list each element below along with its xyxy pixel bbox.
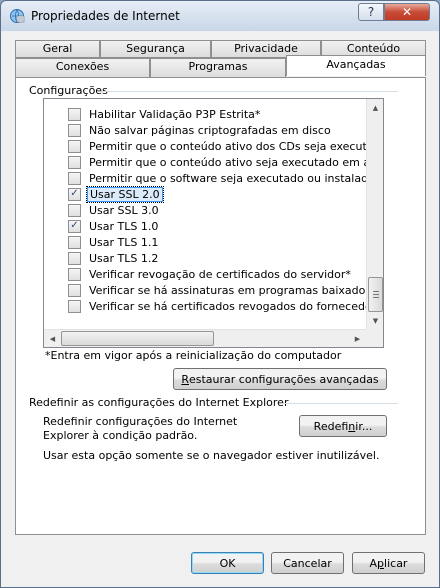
title-bar: Propriedades de Internet ? ✕ <box>1 1 439 31</box>
settings-list-viewport: Habilitar Validação P3P Estrita* Não sal… <box>44 99 366 329</box>
internet-properties-dialog: Propriedades de Internet ? ✕ Geral Segur… <box>0 0 440 588</box>
setting-label: Permitir que o conteúdo ativo dos CDs se… <box>89 139 366 153</box>
close-button[interactable]: ✕ <box>384 3 430 21</box>
tab-geral[interactable]: Geral <box>15 40 100 58</box>
scroll-up-arrow-icon[interactable]: ▲ <box>367 99 383 116</box>
settings-group-divider <box>101 91 398 92</box>
tab-seguranca[interactable]: Segurança <box>100 40 211 58</box>
grip-line <box>373 291 379 292</box>
button-label: licar <box>384 556 408 570</box>
checkbox[interactable] <box>68 267 81 281</box>
button-label: A <box>369 556 378 570</box>
checkbox-checked[interactable]: ✓ <box>68 219 81 233</box>
scroll-right-arrow-icon[interactable]: ▶ <box>349 330 366 347</box>
horizontal-scroll-thumb[interactable] <box>61 331 214 346</box>
reset-warning-note: Usar esta opção somente se o navegador e… <box>43 449 380 462</box>
setting-label: Usar SSL 2.0 <box>86 185 164 203</box>
setting-item[interactable]: ✓ Usar TLS 1.0 <box>68 218 160 234</box>
button-label: estaurar configurações avançadas <box>188 372 379 386</box>
checkbox[interactable] <box>68 107 81 121</box>
tab-programas[interactable]: Programas <box>150 58 286 78</box>
grip-line <box>373 297 379 298</box>
access-key: p <box>377 556 385 570</box>
scroll-left-arrow-icon[interactable]: ◀ <box>44 330 61 347</box>
restart-note: *Entra em vigor após a reinicialização d… <box>45 349 342 362</box>
checkbox[interactable] <box>68 283 81 297</box>
tab-avancadas[interactable]: Avançadas <box>286 55 426 76</box>
setting-label: Usar TLS 1.0 <box>89 219 159 233</box>
setting-item[interactable]: Verificar se há assinaturas em programas… <box>68 282 366 298</box>
reset-description: Redefinir configurações do Internet Expl… <box>43 415 238 442</box>
internet-explorer-icon <box>10 9 25 23</box>
setting-label: Não salvar páginas criptografadas em dis… <box>89 123 331 137</box>
setting-item[interactable]: Verificar revogação de certificados do s… <box>68 266 353 282</box>
setting-item[interactable]: Não salvar páginas criptografadas em dis… <box>68 122 333 138</box>
help-button[interactable]: ? <box>358 3 384 21</box>
checkbox[interactable] <box>68 235 81 249</box>
scroll-down-arrow-icon[interactable]: ▼ <box>367 312 383 329</box>
setting-label: Usar SSL 3.0 <box>89 203 159 217</box>
horizontal-scrollbar[interactable]: ◀ ▶ <box>44 329 366 347</box>
window-title: Propriedades de Internet <box>31 9 180 23</box>
setting-label: Habilitar Validação P3P Estrita* <box>89 107 261 121</box>
settings-group-label: Configurações <box>29 84 111 97</box>
checkbox[interactable] <box>68 139 81 153</box>
setting-label: Permitir que o software seja executado o… <box>89 171 366 185</box>
access-key: R <box>181 372 189 386</box>
grip-line <box>373 294 379 295</box>
reset-button[interactable]: Redefi n ir... <box>299 415 387 437</box>
setting-label: Usar TLS 1.1 <box>89 235 159 249</box>
vertical-scrollbar[interactable]: ▲ ▼ <box>366 99 383 329</box>
setting-item-selected[interactable]: ✓ Usar SSL 2.0 <box>68 185 164 203</box>
settings-list[interactable]: Habilitar Validação P3P Estrita* Não sal… <box>43 98 384 348</box>
scrollbar-corner <box>366 329 383 347</box>
checkbox[interactable] <box>68 123 81 137</box>
setting-item[interactable]: Usar SSL 3.0 <box>68 202 161 218</box>
tab-conexoes[interactable]: Conexões <box>15 58 150 78</box>
setting-item[interactable]: Permitir que o conteúdo ativo seja execu… <box>68 154 366 170</box>
setting-item[interactable]: Verificar se há certificados revogados d… <box>68 298 366 314</box>
setting-item[interactable]: Permitir que o software seja executado o… <box>68 170 366 186</box>
checkbox[interactable] <box>68 155 81 169</box>
setting-item[interactable]: Usar TLS 1.2 <box>68 250 160 266</box>
setting-item[interactable]: Habilitar Validação P3P Estrita* <box>68 106 262 122</box>
reset-group-divider <box>281 403 398 404</box>
setting-label: Verificar se há assinaturas em programas… <box>89 283 366 297</box>
access-key: n <box>348 419 356 433</box>
setting-label: Permitir que o conteúdo ativo seja execu… <box>89 155 366 169</box>
checkbox[interactable] <box>68 203 81 217</box>
cancel-button[interactable]: Cancelar <box>271 552 344 574</box>
setting-item[interactable]: Usar TLS 1.1 <box>68 234 160 250</box>
checkbox[interactable] <box>68 299 81 313</box>
setting-item[interactable]: Permitir que o conteúdo ativo dos CDs se… <box>68 138 366 154</box>
checkbox[interactable] <box>68 171 81 185</box>
apply-button[interactable]: Ap licar <box>352 552 425 574</box>
button-label: ir... <box>355 419 373 433</box>
ok-button[interactable]: OK <box>191 552 264 574</box>
button-label: Redefi <box>313 419 349 433</box>
vertical-scroll-thumb[interactable] <box>368 277 383 312</box>
setting-label: Verificar se há certificados revogados d… <box>89 299 366 313</box>
restore-advanced-settings-button[interactable]: Restaurar configurações avançadas <box>173 368 387 390</box>
setting-label: Verificar revogação de certificados do s… <box>89 267 351 281</box>
checkbox[interactable] <box>68 251 81 265</box>
setting-label: Usar TLS 1.2 <box>89 251 159 265</box>
checkbox-checked[interactable]: ✓ <box>68 187 81 201</box>
reset-group-label: Redefinir as configurações do Internet E… <box>29 396 292 409</box>
